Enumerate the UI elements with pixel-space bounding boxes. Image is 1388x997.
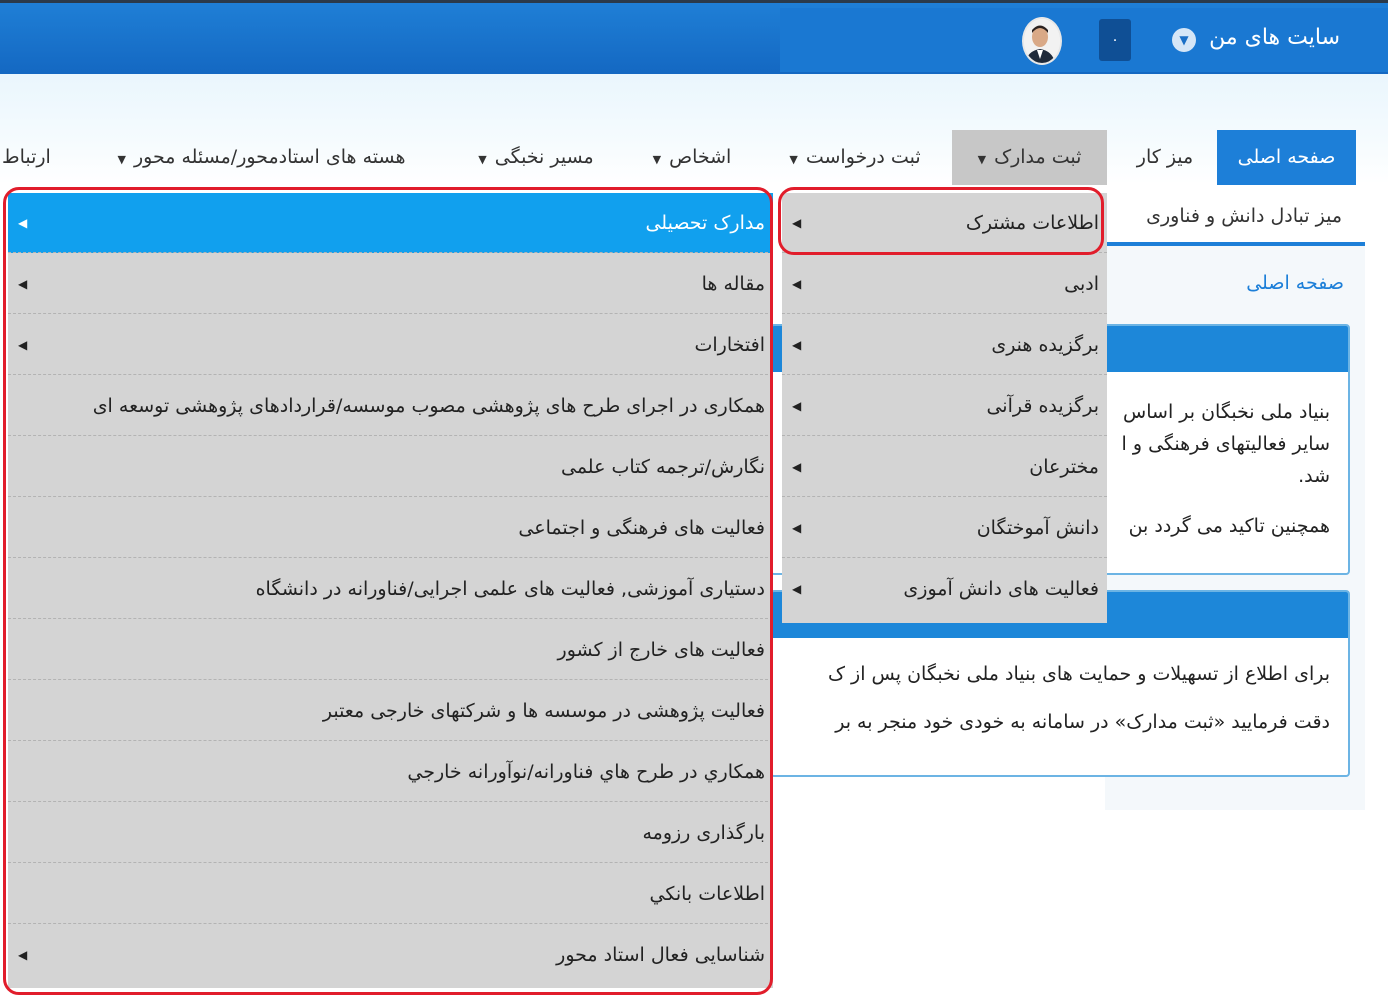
tab-elite-path[interactable]: مسیر نخبگی ▼ [456,130,616,185]
menu-item-student-activities[interactable]: فعالیت های دانش آموزی ◀ [782,559,1107,619]
caret-down-icon: ▼ [478,153,487,166]
tab-contact[interactable]: ارتباط [2,130,62,185]
menu-item-label: برگزیده هنری [991,334,1099,356]
tab-request[interactable]: ثبت درخواست ▼ [770,130,940,185]
highlight-box [778,187,1104,255]
menu-item-graduates[interactable]: دانش آموختگان ◀ [782,498,1107,558]
caret-left-icon: ◀ [792,521,802,535]
chevron-down-icon[interactable]: ▼ [1172,28,1196,52]
tab-underline [1105,242,1365,246]
caret-down-icon: ▼ [977,153,987,166]
menu-item-label: ادبی [1064,273,1099,295]
my-sites-menu[interactable]: سایت های من [1209,25,1340,50]
tab-home[interactable]: صفحه اصلی [1217,130,1356,185]
caret-left-icon: ◀ [792,338,802,352]
tab-cores[interactable]: هسته های استادمحور/مسئله محور ▼ [84,130,439,185]
highlight-box [3,187,773,995]
notification-badge[interactable]: ۰ [1099,19,1131,61]
tab-docs-label: ثبت مدارک [994,146,1082,168]
main-nav: صفحه اصلی میز کار ثبت مدارک ▼ ثبت درخواست… [0,130,1360,185]
breadcrumb[interactable]: صفحه اصلی [1246,272,1344,294]
tab-desk[interactable]: میز کار [1120,130,1210,185]
tab-knowledge-exchange[interactable]: میز تبادل دانش و فناوری [1146,205,1342,227]
tab-persons[interactable]: اشخاص ▼ [632,130,752,185]
avatar[interactable] [1022,17,1062,65]
tab-docs[interactable]: ثبت مدارک ▼ [952,130,1107,185]
menu-item-label: فعالیت های دانش آموزی [903,578,1099,600]
menu-item-quran[interactable]: برگزیده قرآنی ◀ [782,376,1107,436]
caret-left-icon: ◀ [792,399,802,413]
menu-item-label: برگزیده قرآنی [986,395,1099,417]
caret-down-icon: ▼ [652,153,662,166]
caret-down-icon: ▼ [117,153,126,166]
tab-elite-path-label: مسیر نخبگی [494,146,594,168]
menu-item-literary[interactable]: ادبی ◀ [782,254,1107,314]
caret-left-icon: ◀ [792,460,802,474]
tab-persons-label: اشخاص [669,146,732,168]
menu-item-label: دانش آموختگان [976,517,1099,539]
tab-cores-label: هسته های استادمحور/مسئله محور [133,146,406,168]
panel-text-line: برای اطلاع از تسهیلات و حمایت های بنیاد … [828,663,1330,685]
caret-left-icon: ◀ [792,277,802,291]
menu-item-label: مخترعان [1029,456,1099,478]
top-bar: سایت های من ▼ ۰ [0,0,1388,74]
caret-left-icon: ◀ [792,582,802,596]
panel-text-line: دقت فرمایید «ثبت مدارک» در سامانه به خود… [835,711,1330,733]
docs-dropdown-menu: اطلاعات مشترک ◀ ادبی ◀ برگزیده هنری ◀ بر… [782,193,1107,623]
menu-item-inventors[interactable]: مخترعان ◀ [782,437,1107,497]
tab-request-label: ثبت درخواست [805,146,921,168]
caret-down-icon: ▼ [789,153,798,166]
menu-item-art[interactable]: برگزیده هنری ◀ [782,315,1107,375]
